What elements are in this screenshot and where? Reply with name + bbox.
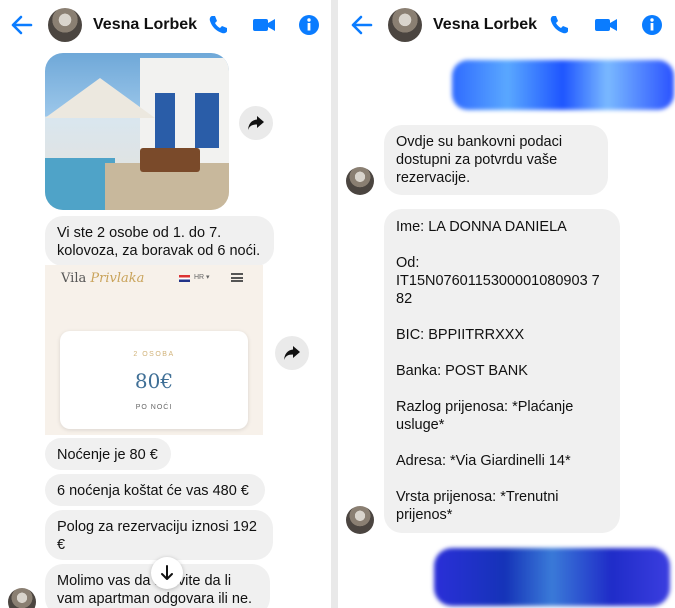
left-chat-panel: Vesna Lorbek Vi ste 2 osobe od 1. do 7. … — [0, 0, 331, 608]
share-icon[interactable] — [275, 336, 309, 370]
phone-icon[interactable] — [548, 14, 570, 36]
apartment-photo[interactable] — [45, 53, 229, 210]
bank-banka-line: Banka: POST BANK — [396, 363, 528, 379]
message-bubble: Ovdje su bankovni podaci dostupni za pot… — [384, 125, 608, 195]
redacted-message — [452, 60, 674, 110]
avatar[interactable] — [346, 506, 374, 534]
bank-name-line: Ime: LA DONNA DANIELA — [396, 219, 567, 235]
contact-name[interactable]: Vesna Lorbek — [93, 16, 197, 34]
menu-icon — [231, 273, 243, 282]
language-select: HR ▾ — [194, 274, 210, 281]
right-chat-panel: Vesna Lorbek Ovdje su bankovni podaci do… — [338, 0, 675, 608]
price-value: 80€ — [134, 369, 174, 393]
guests-caption: 2 OSOBA — [133, 351, 175, 358]
bank-iban-line: 82 — [396, 291, 413, 307]
scroll-down-button[interactable] — [151, 557, 183, 589]
message-bubble: Noćenje je 80 € — [45, 438, 171, 470]
chat-header: Vesna Lorbek — [338, 0, 675, 50]
message-bubble: Vi ste 2 osobe od 1. do 7. kolovoza, za … — [45, 216, 274, 266]
bank-razlog-line: Razlog prijenosa: *Plaćanje — [396, 399, 574, 415]
bank-adresa-line: Adresa: *Via Giardinelli 14* — [396, 453, 571, 469]
bank-razlog-line: usluge* — [396, 417, 445, 433]
avatar[interactable] — [346, 167, 374, 195]
avatar[interactable] — [388, 8, 422, 42]
bank-iban-line: IT15N0760115300001080903 7 — [396, 273, 600, 289]
video-icon[interactable] — [594, 14, 618, 36]
info-icon[interactable] — [298, 14, 320, 36]
avatar[interactable] — [8, 588, 36, 608]
avatar[interactable] — [48, 8, 82, 42]
message-bubble: Polog za rezervaciju iznosi 192 € — [45, 510, 273, 560]
price-card: 2 OSOBA 80€ PO NOĆI — [60, 331, 248, 429]
bank-od-label: Od: — [396, 255, 420, 271]
bank-details-bubble: Ime: LA DONNA DANIELA Od: IT15N076011530… — [384, 209, 620, 533]
video-icon[interactable] — [252, 14, 276, 36]
info-icon[interactable] — [641, 14, 663, 36]
share-icon[interactable] — [239, 106, 273, 140]
contact-name[interactable]: Vesna Lorbek — [433, 16, 537, 34]
bank-vrsta-line: prijenos* — [396, 507, 453, 523]
per-night-label: PO NOĆI — [135, 404, 173, 411]
croatian-flag-icon — [179, 275, 190, 282]
message-bubble: 6 noćenja koštat će vas 480 € — [45, 474, 265, 506]
back-arrow-icon[interactable] — [9, 13, 35, 37]
bank-bic-line: BIC: BPPIITRRXXX — [396, 327, 525, 343]
chat-header: Vesna Lorbek — [0, 0, 331, 50]
divider — [331, 0, 338, 608]
brand-logo: Vila Privlaka — [61, 271, 145, 286]
price-screenshot[interactable]: Vila Privlaka HR ▾ 2 OSOBA 80€ PO NOĆI — [45, 265, 263, 435]
phone-icon[interactable] — [207, 14, 229, 36]
back-arrow-icon[interactable] — [349, 13, 375, 37]
redacted-message — [434, 548, 670, 606]
bank-vrsta-line: Vrsta prijenosa: *Trenutni — [396, 489, 559, 505]
